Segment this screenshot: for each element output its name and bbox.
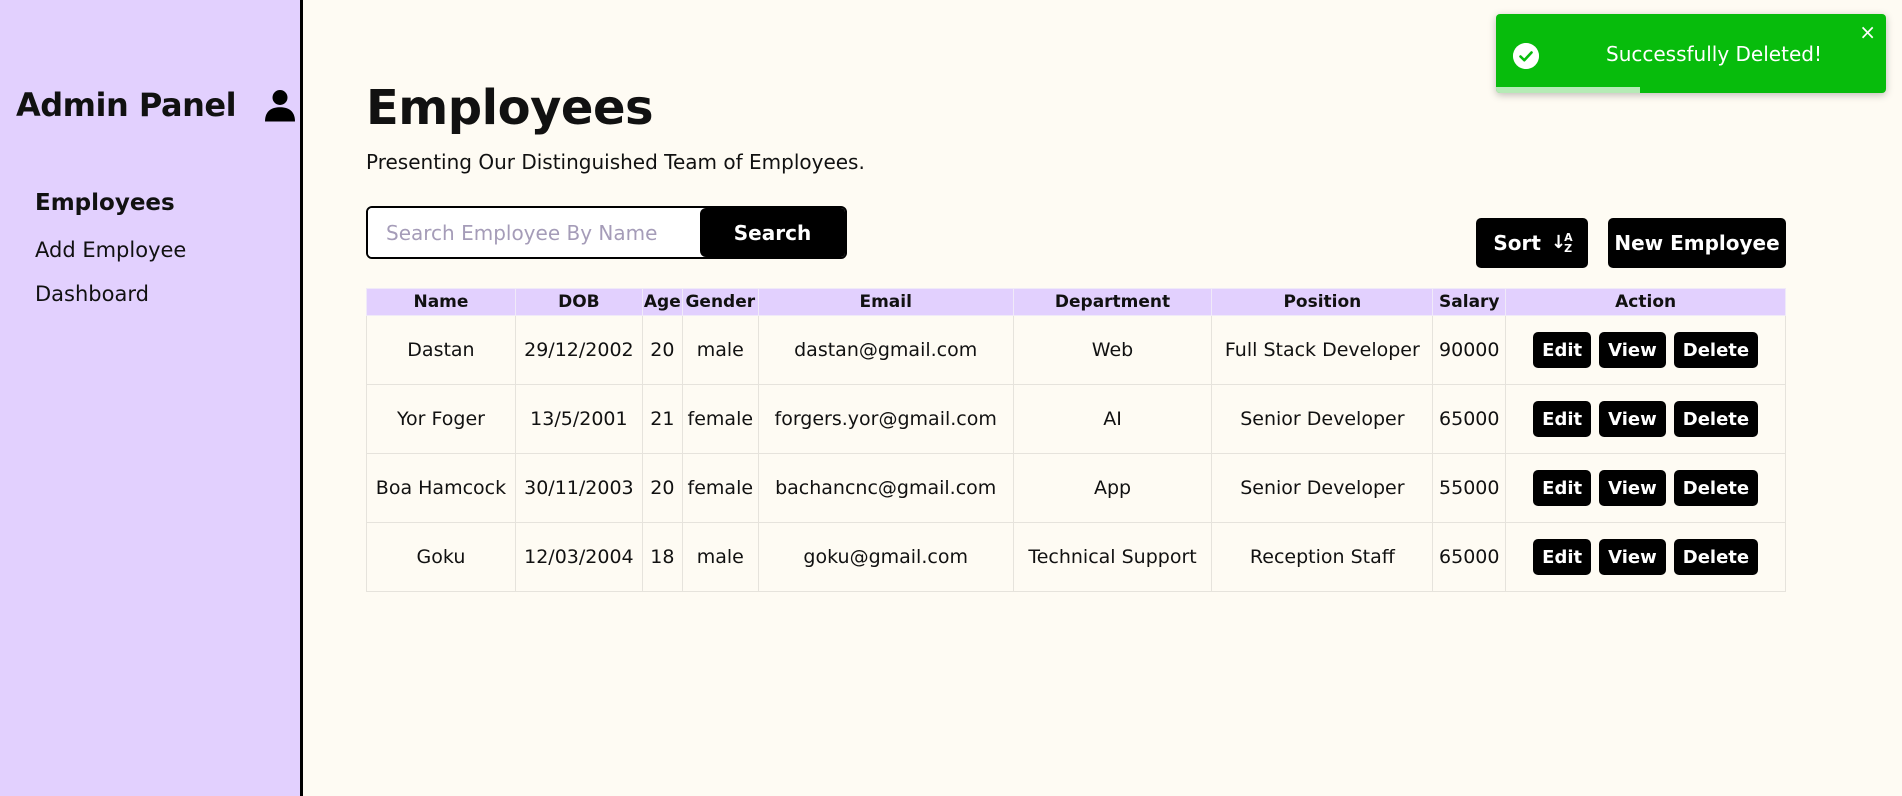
cell-dob: 30/11/2003 [514, 453, 643, 523]
sidebar-item-add-employee[interactable]: Add Employee [35, 238, 186, 262]
user-icon [265, 90, 296, 122]
view-button[interactable]: View [1599, 470, 1666, 506]
search-button[interactable]: Search [700, 208, 845, 257]
delete-button[interactable]: Delete [1673, 539, 1759, 575]
search-bar: Search [366, 206, 847, 259]
cell-name: Yor Foger [366, 384, 516, 454]
edit-button[interactable]: Edit [1533, 401, 1592, 437]
edit-button[interactable]: Edit [1533, 539, 1592, 575]
employees-table: Name DOB Age Gender Email Department Pos… [366, 288, 1786, 592]
sort-az-icon: ↓A Z [1550, 231, 1572, 255]
cell-email: forgers.yor@gmail.com [757, 384, 1014, 454]
delete-button[interactable]: Delete [1673, 470, 1759, 506]
close-icon[interactable]: × [1859, 22, 1876, 42]
col-header-name[interactable]: Name [366, 288, 516, 316]
sort-button[interactable]: Sort ↓A Z [1476, 218, 1588, 268]
admin-panel-title: Admin Panel [16, 86, 237, 124]
col-header-age[interactable]: Age [641, 288, 683, 316]
col-header-dob[interactable]: DOB [514, 288, 643, 316]
cell-department: AI [1012, 384, 1213, 454]
col-header-department[interactable]: Department [1012, 288, 1213, 316]
cell-age: 20 [641, 315, 683, 385]
table-row: Yor Foger 13/5/2001 21 female forgers.yo… [366, 384, 1786, 454]
col-header-gender[interactable]: Gender [681, 288, 759, 316]
cell-age: 18 [641, 522, 683, 592]
cell-name: Boa Hamcock [366, 453, 516, 523]
cell-actions: Edit View Delete [1505, 522, 1786, 592]
cell-email: goku@gmail.com [757, 522, 1014, 592]
cell-position: Senior Developer [1211, 453, 1434, 523]
cell-position: Full Stack Developer [1211, 315, 1434, 385]
cell-name: Goku [366, 522, 516, 592]
sidebar-item-employees[interactable]: Employees [35, 190, 186, 216]
success-toast[interactable]: Successfully Deleted! × [1496, 14, 1886, 93]
view-button[interactable]: View [1599, 401, 1666, 437]
toast-message: Successfully Deleted! [1606, 42, 1822, 66]
col-header-action: Action [1505, 288, 1786, 316]
check-circle-icon [1513, 43, 1539, 69]
view-button[interactable]: View [1599, 539, 1666, 575]
sidebar-nav: Employees Add Employee Dashboard [35, 190, 186, 306]
cell-gender: male [681, 522, 759, 592]
cell-position: Reception Staff [1211, 522, 1434, 592]
cell-department: App [1012, 453, 1213, 523]
cell-salary: 65000 [1432, 384, 1507, 454]
sidebar-brand: Admin Panel [16, 86, 298, 124]
cell-gender: male [681, 315, 759, 385]
toast-progress-bar [1496, 87, 1641, 93]
col-header-salary[interactable]: Salary [1432, 288, 1507, 316]
cell-email: bachancnc@gmail.com [757, 453, 1014, 523]
cell-dob: 12/03/2004 [514, 522, 643, 592]
cell-dob: 13/5/2001 [514, 384, 643, 454]
view-button[interactable]: View [1599, 332, 1666, 368]
cell-salary: 90000 [1432, 315, 1507, 385]
cell-position: Senior Developer [1211, 384, 1434, 454]
page-title: Employees [366, 80, 654, 136]
cell-department: Technical Support [1012, 522, 1213, 592]
col-header-email[interactable]: Email [757, 288, 1014, 316]
table-row: Dastan 29/12/2002 20 male dastan@gmail.c… [366, 315, 1786, 385]
delete-button[interactable]: Delete [1673, 401, 1759, 437]
cell-email: dastan@gmail.com [757, 315, 1014, 385]
search-input[interactable] [368, 208, 700, 257]
cell-gender: female [681, 384, 759, 454]
cell-dob: 29/12/2002 [514, 315, 643, 385]
cell-actions: Edit View Delete [1505, 384, 1786, 454]
cell-name: Dastan [366, 315, 516, 385]
new-employee-button[interactable]: New Employee [1608, 218, 1786, 268]
sidebar-item-dashboard[interactable]: Dashboard [35, 282, 186, 306]
edit-button[interactable]: Edit [1533, 332, 1592, 368]
sort-label: Sort [1493, 231, 1541, 255]
page-subtitle: Presenting Our Distinguished Team of Emp… [366, 150, 865, 174]
cell-actions: Edit View Delete [1505, 453, 1786, 523]
cell-gender: female [681, 453, 759, 523]
col-header-position[interactable]: Position [1211, 288, 1434, 316]
table-header-row: Name DOB Age Gender Email Department Pos… [366, 288, 1786, 316]
cell-salary: 55000 [1432, 453, 1507, 523]
cell-age: 20 [641, 453, 683, 523]
table-row: Goku 12/03/2004 18 male goku@gmail.com T… [366, 522, 1786, 592]
edit-button[interactable]: Edit [1533, 470, 1592, 506]
delete-button[interactable]: Delete [1673, 332, 1759, 368]
cell-department: Web [1012, 315, 1213, 385]
table-row: Boa Hamcock 30/11/2003 20 female bachanc… [366, 453, 1786, 523]
sidebar: Admin Panel Employees Add Employee Dashb… [0, 0, 303, 796]
cell-actions: Edit View Delete [1505, 315, 1786, 385]
cell-age: 21 [641, 384, 683, 454]
cell-salary: 65000 [1432, 522, 1507, 592]
